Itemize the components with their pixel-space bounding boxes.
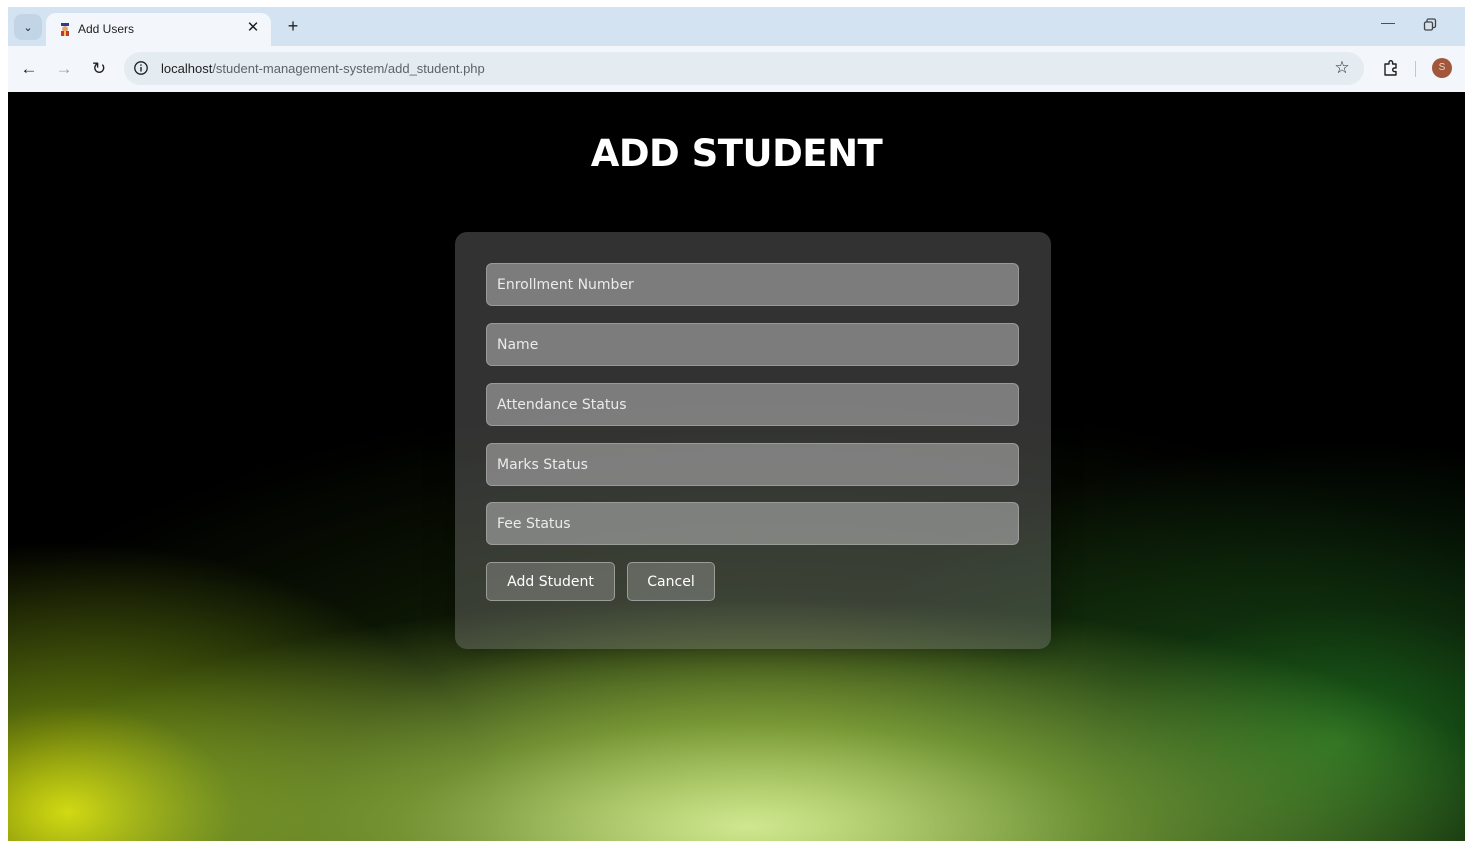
url-host: localhost <box>161 61 213 76</box>
bookmark-star-icon[interactable]: ☆ <box>1332 58 1352 78</box>
fee-status-input[interactable] <box>486 502 1019 545</box>
page-viewport: ADD STUDENT Add Student Cancel <box>8 92 1465 841</box>
profile-avatar[interactable]: S <box>1432 58 1452 78</box>
minimize-window-button[interactable]: — <box>1378 14 1398 34</box>
toolbar-divider <box>1415 61 1416 77</box>
site-info-icon[interactable] <box>133 60 149 76</box>
tab-title: Add Users <box>78 22 135 36</box>
add-student-form: Add Student Cancel <box>455 232 1051 649</box>
student-graduation-cap-icon <box>61 23 69 36</box>
page-title: ADD STUDENT <box>590 132 883 175</box>
url-text[interactable]: localhost/student-management-system/add_… <box>161 61 485 76</box>
attendance-status-input[interactable] <box>486 383 1019 426</box>
cancel-button[interactable]: Cancel <box>627 562 715 601</box>
close-tab-icon[interactable]: ✕ <box>243 18 263 38</box>
back-arrow-icon[interactable]: ← <box>18 58 40 80</box>
browser-toolbar: ← → ↻ localhost/student-management-syste… <box>8 46 1465 92</box>
restore-window-icon[interactable] <box>1422 17 1438 33</box>
address-bar[interactable]: localhost/student-management-system/add_… <box>124 52 1364 85</box>
new-tab-button[interactable]: + <box>282 15 304 37</box>
url-path: /student-management-system/add_student.p… <box>212 61 485 76</box>
chevron-down-icon: ⌄ <box>23 21 33 34</box>
browser-window: ⌄ Add Users ✕ + — ← → ↻ localhost/studen… <box>8 7 1465 841</box>
tab-search-button[interactable]: ⌄ <box>14 14 42 40</box>
add-student-button[interactable]: Add Student <box>486 562 615 601</box>
reload-icon[interactable]: ↻ <box>88 58 110 80</box>
browser-tab-active[interactable]: Add Users ✕ <box>46 13 271 46</box>
tab-strip: ⌄ Add Users ✕ + — <box>8 7 1465 46</box>
forward-arrow-icon[interactable]: → <box>53 58 75 80</box>
enrollment-number-input[interactable] <box>486 263 1019 306</box>
name-input[interactable] <box>486 323 1019 366</box>
marks-status-input[interactable] <box>486 443 1019 486</box>
extensions-puzzle-icon[interactable] <box>1381 58 1401 78</box>
